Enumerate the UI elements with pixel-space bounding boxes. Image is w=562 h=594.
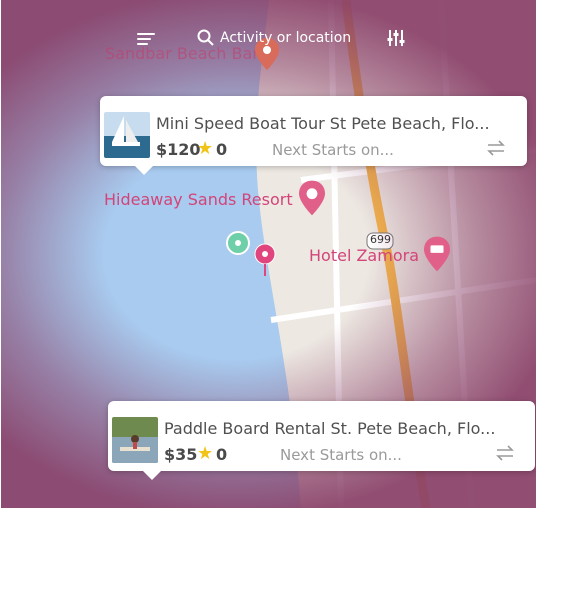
activity-thumbnail [104,112,150,158]
menu-icon[interactable] [137,30,155,48]
map-screen: 699 Sandbar Beach Bar Hideaway Sands Res… [1,0,536,508]
activity-price: $35 [164,445,198,464]
map-pin-icon[interactable] [254,243,276,277]
next-start-text: Next Starts on... [280,446,402,464]
map-label-hotel: Hotel Zamora [309,246,419,265]
activity-thumbnail [112,417,158,463]
search-input[interactable]: Activity or location [197,29,351,46]
card-pointer [142,470,162,480]
star-icon: ★ [197,443,214,464]
activity-title: Paddle Board Rental St. Pete Beach, Flo.… [164,419,496,438]
next-start-text: Next Starts on... [272,141,394,159]
swap-icon[interactable] [496,445,514,461]
swap-icon[interactable] [487,140,505,156]
activity-rating: 0 [216,140,228,159]
top-bar: Activity or location [1,22,536,58]
map-pin-icon[interactable] [424,236,450,272]
card-pointer [134,165,154,175]
activity-card[interactable]: Paddle Board Rental St. Pete Beach, Flo.… [108,401,535,480]
activity-title: Mini Speed Boat Tour St Pete Beach, Flo.… [156,114,490,133]
map-pin-icon[interactable] [299,180,325,216]
activity-rating: 0 [216,445,228,464]
filter-icon[interactable] [387,29,405,47]
star-icon: ★ [197,138,214,159]
activity-card[interactable]: Mini Speed Boat Tour St Pete Beach, Flo.… [100,96,527,175]
search-icon [197,29,214,46]
search-placeholder: Activity or location [220,29,352,46]
activity-price: $120 [156,140,201,159]
route-number-label: 699 [370,233,391,246]
map-label-resort: Hideaway Sands Resort [104,190,293,209]
